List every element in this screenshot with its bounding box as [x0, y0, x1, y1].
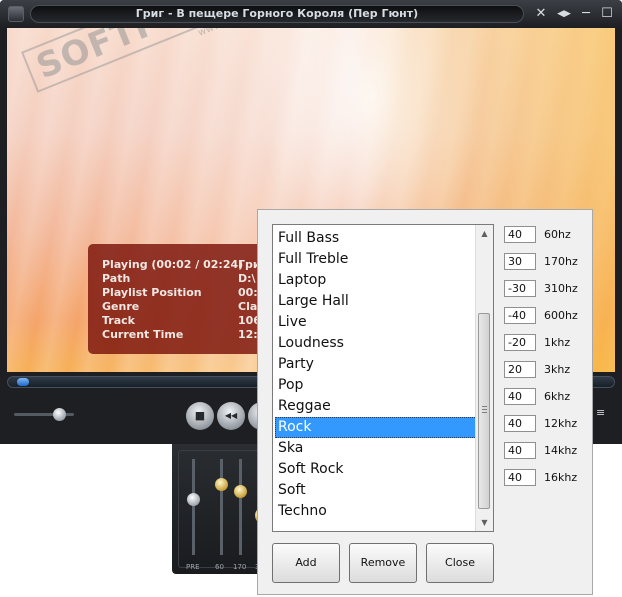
equalizer-panel: PRE 60 170 3	[178, 450, 268, 571]
volume-knob[interactable]	[52, 408, 66, 421]
list-item[interactable]: Live	[275, 312, 477, 333]
band-600hz-input[interactable]	[504, 307, 536, 324]
band-170hz-label: 170hz	[544, 255, 578, 268]
list-item[interactable]: Pop	[275, 375, 477, 396]
close-button[interactable]: Close	[426, 543, 494, 583]
playlist-icon[interactable]: ≡	[596, 406, 610, 420]
info-label: Path	[102, 272, 131, 285]
eq-track-170[interactable]	[239, 459, 242, 555]
add-button[interactable]: Add	[272, 543, 340, 583]
title-pill: Григ - В пещере Горного Короля (Пер Гюнт…	[30, 5, 524, 23]
window-title: Григ - В пещере Горного Короля (Пер Гюнт…	[135, 7, 419, 20]
list-item[interactable]: Party	[275, 354, 477, 375]
minimize-icon[interactable]: ─	[577, 5, 595, 23]
compact-mode-icon[interactable]: ◀▶	[555, 5, 573, 23]
app-icon[interactable]	[8, 6, 24, 22]
info-label: Genre	[102, 300, 140, 313]
list-item[interactable]: Techno	[275, 501, 477, 522]
band-1khz-label: 1khz	[544, 336, 571, 349]
preamp-knob[interactable]	[187, 493, 200, 506]
band-310hz-label: 310hz	[544, 282, 578, 295]
preamp-track[interactable]	[192, 459, 195, 555]
stop-button[interactable]: ■	[186, 402, 214, 430]
band-16khz-input[interactable]	[504, 469, 536, 486]
preset-list[interactable]: Full Bass Full Treble Laptop Large Hall …	[272, 224, 494, 532]
stop-icon: ■	[194, 409, 206, 422]
list-item[interactable]: Large Hall	[275, 291, 477, 312]
thumb-grip	[482, 406, 487, 407]
eq-knob-60[interactable]	[215, 478, 228, 491]
band-310hz-input[interactable]	[504, 280, 536, 297]
scroll-thumb[interactable]	[478, 313, 490, 509]
info-value: Cla	[238, 300, 258, 313]
close-x-icon[interactable]: ✕	[532, 5, 550, 23]
list-item[interactable]: Soft Rock	[275, 459, 477, 480]
info-label: Playing (00:02 / 02:24)	[102, 258, 244, 271]
band-60hz-label: 60hz	[544, 228, 571, 241]
list-item[interactable]: Soft	[275, 480, 477, 501]
seek-knob[interactable]	[17, 378, 30, 386]
maximize-icon[interactable]: ☐	[598, 5, 616, 23]
scroll-down-icon[interactable]: ▼	[476, 514, 493, 531]
band-3khz-label: 3khz	[544, 363, 571, 376]
thumb-grip	[482, 412, 487, 413]
eq-label-pre: PRE	[186, 563, 200, 571]
band-600hz-label: 600hz	[544, 309, 578, 322]
list-item-selected[interactable]: Rock	[275, 417, 477, 438]
band-14khz-label: 14khz	[544, 444, 578, 457]
scroll-up-icon[interactable]: ▲	[476, 225, 493, 242]
remove-button[interactable]: Remove	[349, 543, 417, 583]
eq-track-60[interactable]	[220, 459, 223, 555]
band-60hz-input[interactable]	[504, 226, 536, 243]
info-label: Playlist Position	[102, 286, 202, 299]
rewind-icon: ◀◀	[224, 411, 238, 420]
info-value: D:\	[238, 272, 256, 285]
list-item[interactable]: Ska	[275, 438, 477, 459]
track-info-panel: Playing (00:02 / 02:24) Григ Path D:\ Pl…	[88, 244, 278, 354]
list-scrollbar[interactable]: ▲ ▼	[475, 225, 493, 531]
band-1khz-input[interactable]	[504, 334, 536, 351]
list-item[interactable]: Reggae	[275, 396, 477, 417]
list-item[interactable]: Full Treble	[275, 249, 477, 270]
list-item[interactable]: Loudness	[275, 333, 477, 354]
eq-label-170: 170	[233, 563, 247, 571]
list-item[interactable]: Laptop	[275, 270, 477, 291]
band-6khz-input[interactable]	[504, 388, 536, 405]
thumb-grip	[482, 409, 487, 410]
band-16khz-label: 16khz	[544, 471, 578, 484]
rewind-button[interactable]: ◀◀	[217, 402, 245, 430]
eq-label-60: 60	[215, 563, 224, 571]
band-14khz-input[interactable]	[504, 442, 536, 459]
info-label: Track	[102, 314, 135, 327]
band-12khz-label: 12khz	[544, 417, 578, 430]
info-label: Current Time	[102, 328, 184, 341]
list-item[interactable]: Full Bass	[275, 228, 477, 249]
eq-knob-170[interactable]	[234, 485, 247, 498]
band-3khz-input[interactable]	[504, 361, 536, 378]
title-bar[interactable]: Григ - В пещере Горного Короля (Пер Гюнт…	[0, 0, 622, 28]
band-12khz-input[interactable]	[504, 415, 536, 432]
band-6khz-label: 6khz	[544, 390, 571, 403]
preset-dialog: Full Bass Full Treble Laptop Large Hall …	[257, 209, 593, 595]
band-170hz-input[interactable]	[504, 253, 536, 270]
